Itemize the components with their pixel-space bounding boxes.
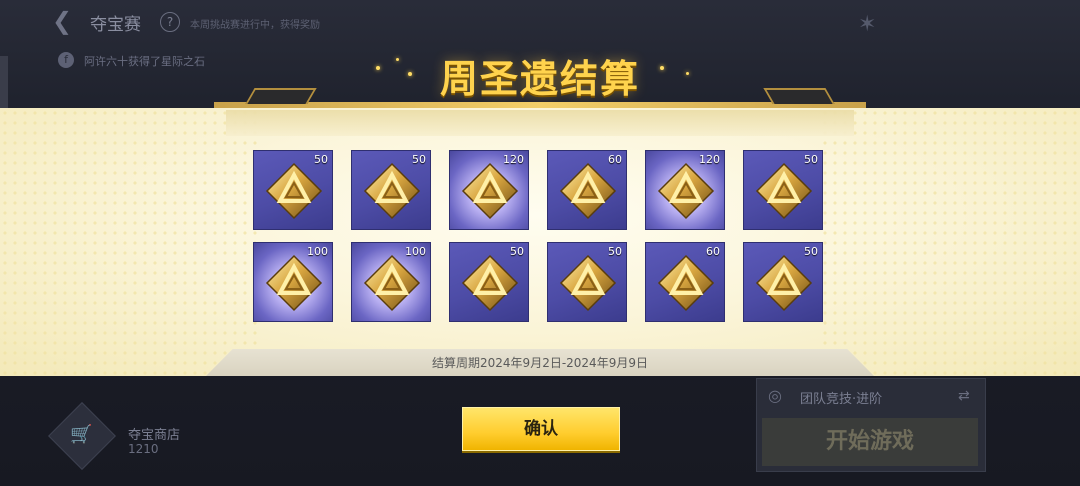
golden-triangle-relic-icon: [656, 161, 716, 221]
reward-tile[interactable]: 60: [645, 242, 725, 322]
help-icon: ?: [160, 12, 180, 32]
reward-quantity: 60: [706, 245, 720, 258]
golden-triangle-relic-icon: [460, 253, 520, 313]
start-game-button: 开始游戏: [762, 418, 978, 466]
settlement-period: 结算周期2024年9月2日-2024年9月9日: [432, 356, 648, 370]
cart-icon: 🛒: [70, 424, 93, 445]
target-icon: ◎: [768, 386, 782, 405]
reward-tile[interactable]: 60: [547, 150, 627, 230]
reward-grid: 50 50 120 60 120 50 100 100 50 50 60 50: [253, 150, 825, 324]
golden-triangle-relic-icon: [264, 253, 324, 313]
reward-quantity: 120: [503, 153, 524, 166]
golden-triangle-relic-icon: [754, 161, 814, 221]
reward-tile[interactable]: 50: [547, 242, 627, 322]
reward-tile[interactable]: 50: [743, 242, 823, 322]
golden-triangle-relic-icon: [264, 161, 324, 221]
shop-name: 夺宝商店: [128, 428, 181, 443]
mode-name: 团队竞技·进阶: [800, 392, 883, 407]
modal-header-strip: [226, 110, 854, 136]
reward-quantity: 50: [412, 153, 426, 166]
golden-triangle-relic-icon: [656, 253, 716, 313]
reward-quantity: 120: [699, 153, 720, 166]
reward-quantity: 50: [314, 153, 328, 166]
reward-quantity: 100: [307, 245, 328, 258]
reward-quantity: 60: [608, 153, 622, 166]
golden-triangle-relic-icon: [362, 253, 422, 313]
reward-tile[interactable]: 50: [743, 150, 823, 230]
reward-tile[interactable]: 120: [645, 150, 725, 230]
reward-tile[interactable]: 50: [351, 150, 431, 230]
reward-quantity: 50: [804, 245, 818, 258]
reward-tile[interactable]: 50: [253, 150, 333, 230]
golden-triangle-relic-icon: [362, 161, 422, 221]
modal-title: 周圣遗结算: [439, 57, 640, 101]
reward-quantity: 100: [405, 245, 426, 258]
reward-quantity: 50: [804, 153, 818, 166]
shop-coins: 1210: [128, 442, 159, 456]
confirm-button[interactable]: 确认: [462, 407, 620, 451]
switch-icon: ⇄: [958, 388, 970, 404]
settings-icon: ✶: [858, 12, 877, 37]
reward-quantity: 50: [608, 245, 622, 258]
reward-quantity: 50: [510, 245, 524, 258]
golden-triangle-relic-icon: [460, 161, 520, 221]
golden-triangle-relic-icon: [558, 161, 618, 221]
golden-triangle-relic-icon: [754, 253, 814, 313]
reward-tile[interactable]: 100: [253, 242, 333, 322]
reward-tile[interactable]: 120: [449, 150, 529, 230]
back-arrow-icon: ❮: [52, 7, 73, 35]
background-subtext: 本周挑战赛进行中，获得奖励: [190, 20, 320, 31]
golden-triangle-relic-icon: [558, 253, 618, 313]
reward-tile[interactable]: 50: [449, 242, 529, 322]
reward-tile[interactable]: 100: [351, 242, 431, 322]
background-page-title: 夺宝赛: [90, 15, 141, 35]
